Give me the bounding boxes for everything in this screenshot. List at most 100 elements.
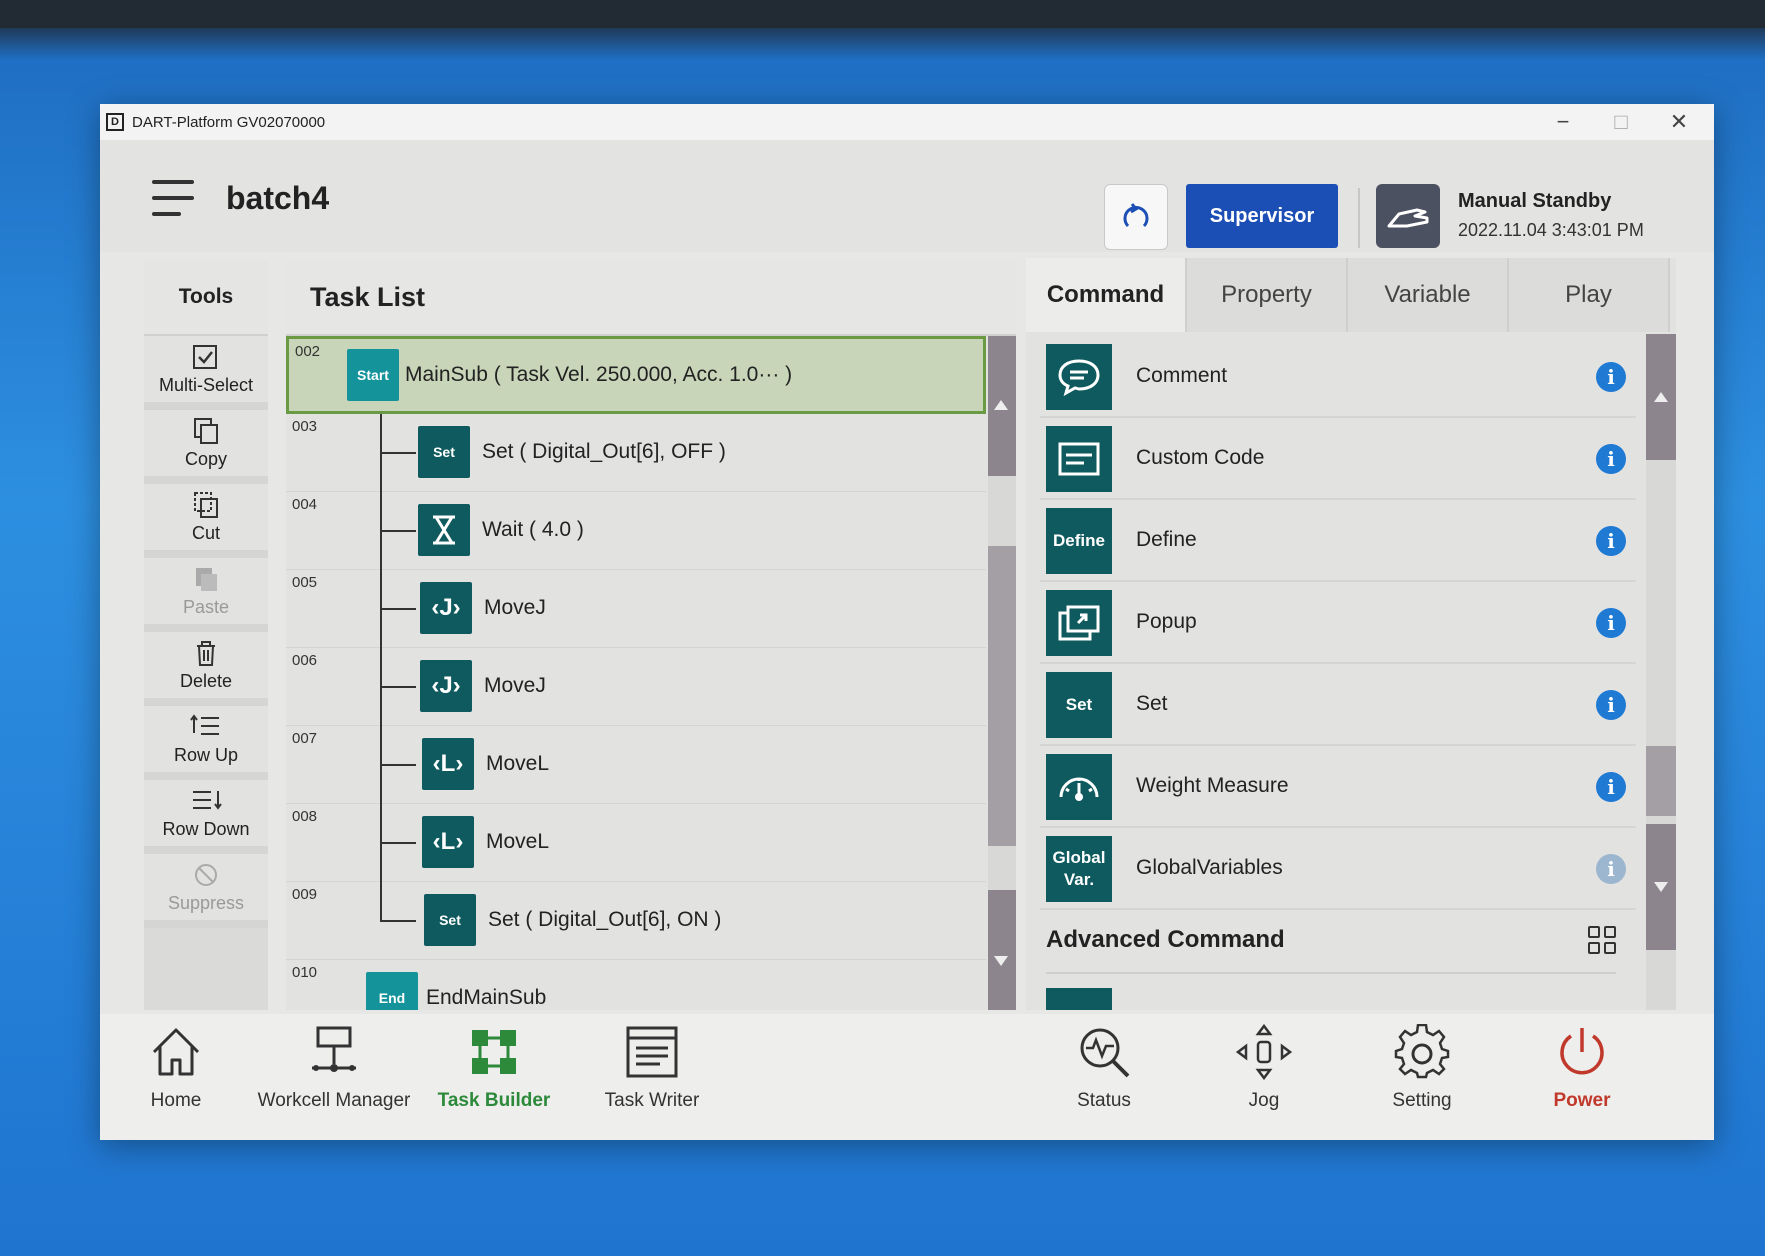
minimize-button[interactable]: −: [1534, 104, 1592, 140]
comment-icon: [1046, 344, 1112, 410]
row-down-button[interactable]: Row Down: [144, 780, 268, 854]
task-list-scrollbar[interactable]: [988, 336, 1016, 1010]
command-label: Set: [1136, 692, 1168, 715]
row-text: MoveJ: [484, 674, 546, 697]
command-label: Custom Code: [1136, 446, 1265, 469]
scroll-up-icon[interactable]: [994, 400, 1008, 410]
nav-task-builder[interactable]: Task Builder: [414, 1024, 574, 1112]
row-number: 006: [292, 652, 318, 669]
task-row-007[interactable]: 007 ‹L› MoveL: [286, 726, 986, 804]
scroll-up-icon[interactable]: [1654, 392, 1668, 402]
nav-label: Status: [1077, 1090, 1131, 1111]
info-icon[interactable]: i: [1596, 444, 1626, 474]
gear-icon: [1394, 1024, 1450, 1079]
nav-task-writer[interactable]: Task Writer: [572, 1024, 732, 1112]
tab-variable[interactable]: Variable: [1348, 258, 1509, 332]
row-number: 010: [292, 964, 318, 981]
paste-button[interactable]: Paste: [144, 558, 268, 632]
tool-label: Cut: [191, 522, 220, 543]
scroll-thumb[interactable]: [1646, 746, 1676, 816]
power-icon: [1560, 1028, 1604, 1075]
command-define[interactable]: Define Define i: [1040, 502, 1636, 582]
scroll-down-icon[interactable]: [1654, 882, 1668, 892]
task-row-002[interactable]: 002 Start MainSub ( Task Vel. 250.000, A…: [286, 336, 986, 414]
scroll-down-icon[interactable]: [994, 956, 1008, 966]
task-writer-icon: [626, 1026, 678, 1078]
info-icon[interactable]: i: [1596, 772, 1626, 802]
nav-label: Setting: [1392, 1090, 1452, 1111]
tab-play[interactable]: Play: [1509, 258, 1670, 332]
task-row-005[interactable]: 005 ‹J› MoveJ: [286, 570, 986, 648]
task-row-004[interactable]: 004 Wait ( 4.0 ): [286, 492, 986, 570]
multi-select-button[interactable]: Multi-Select: [144, 336, 268, 410]
command-label: Weight Measure: [1136, 774, 1289, 797]
delete-button[interactable]: Delete: [144, 632, 268, 706]
section-divider: [1046, 972, 1616, 974]
command-label: Comment: [1136, 364, 1228, 387]
scroll-thumb-bottom[interactable]: [988, 890, 1016, 1010]
command-custom-code[interactable]: Custom Code i: [1040, 420, 1636, 500]
info-icon[interactable]: i: [1596, 690, 1626, 720]
movel-icon: ‹L›: [422, 816, 474, 868]
nav-setting[interactable]: Setting: [1342, 1024, 1502, 1112]
command-scrollbar[interactable]: [1646, 334, 1676, 1010]
command-comment[interactable]: Comment i: [1040, 338, 1636, 418]
nav-status[interactable]: Status: [1024, 1024, 1184, 1112]
tools-title: Tools: [144, 260, 268, 336]
bottom-navigation: Home Workcell Manager Task Builder Task …: [100, 1014, 1714, 1140]
app-logo-icon: D: [106, 113, 124, 131]
info-icon[interactable]: i: [1596, 608, 1626, 638]
row-up-button[interactable]: Row Up: [144, 706, 268, 780]
set-icon: Set: [424, 894, 476, 946]
nav-workcell-manager[interactable]: Workcell Manager: [254, 1024, 414, 1112]
nav-home[interactable]: Home: [100, 1024, 256, 1112]
tree-branch: [380, 530, 416, 532]
info-icon[interactable]: i: [1596, 854, 1626, 884]
info-icon[interactable]: i: [1596, 526, 1626, 556]
custom-code-icon: [1046, 426, 1112, 492]
tools-panel: Tools Multi-Select Copy Cut Paste Delete…: [144, 260, 268, 1010]
menu-icon[interactable]: [152, 180, 194, 216]
advanced-command-item[interactable]: [1046, 988, 1112, 1010]
nav-label: Jog: [1248, 1090, 1280, 1111]
command-global-variables[interactable]: Global Var. GlobalVariables i: [1040, 830, 1636, 910]
movej-icon: ‹J›: [420, 582, 472, 634]
tool-label: Copy: [184, 448, 228, 469]
command-popup[interactable]: Popup i: [1040, 584, 1636, 664]
nav-label: Workcell Manager: [257, 1090, 411, 1111]
tab-property[interactable]: Property: [1187, 258, 1348, 332]
suppress-button[interactable]: Suppress: [144, 854, 268, 928]
supervisor-button[interactable]: Supervisor: [1186, 184, 1338, 248]
refresh-button[interactable]: [1104, 184, 1168, 250]
manual-hand-icon: [1376, 184, 1440, 248]
grid-view-icon[interactable]: [1588, 926, 1616, 954]
nav-label: Task Builder: [437, 1090, 551, 1111]
task-row-010[interactable]: 010 End EndMainSub: [286, 960, 986, 1010]
maximize-button[interactable]: □: [1592, 104, 1650, 140]
task-name: batch4: [226, 180, 330, 216]
task-row-009[interactable]: 009 Set Set ( Digital_Out[6], ON ): [286, 882, 986, 960]
cut-button[interactable]: Cut: [144, 484, 268, 558]
close-button[interactable]: ✕: [1650, 104, 1708, 140]
end-icon: End: [366, 972, 418, 1010]
task-list-panel: Task List 002 Start MainSub ( Task Vel. …: [286, 260, 1016, 1010]
info-icon[interactable]: i: [1596, 362, 1626, 392]
command-set[interactable]: Set Set i: [1040, 666, 1636, 746]
nav-jog[interactable]: Jog: [1184, 1024, 1344, 1112]
copy-button[interactable]: Copy: [144, 410, 268, 484]
set-icon: Set: [418, 426, 470, 478]
tab-command[interactable]: Command: [1026, 258, 1187, 332]
command-label: Define: [1136, 528, 1197, 551]
task-row-008[interactable]: 008 ‹L› MoveL: [286, 804, 986, 882]
task-row-003[interactable]: 003 Set Set ( Digital_Out[6], OFF ): [286, 414, 986, 492]
tool-label: Suppress: [167, 892, 245, 913]
nav-power[interactable]: Power: [1502, 1024, 1662, 1112]
workcell-icon: [312, 1026, 356, 1072]
row-number: 005: [292, 574, 318, 591]
paste-icon: [196, 567, 217, 591]
task-row-006[interactable]: 006 ‹J› MoveJ: [286, 648, 986, 726]
row-text: MoveL: [486, 830, 550, 853]
command-weight-measure[interactable]: Weight Measure i: [1040, 748, 1636, 828]
tree-line: [380, 882, 382, 922]
scroll-thumb[interactable]: [988, 546, 1016, 846]
